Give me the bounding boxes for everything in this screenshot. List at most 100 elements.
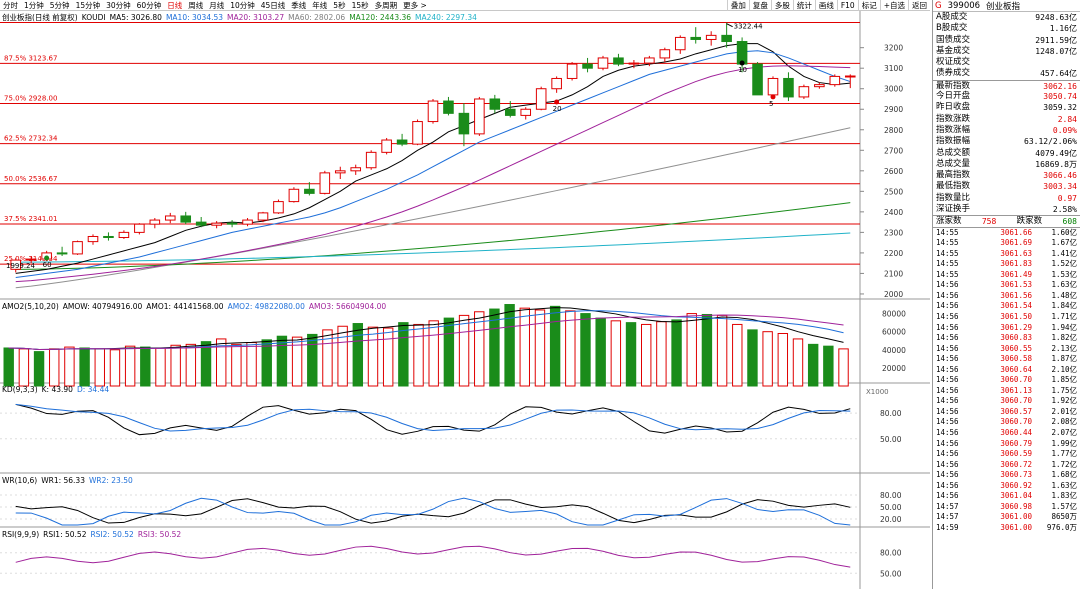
period-tab[interactable]: 60分钟 xyxy=(134,0,165,11)
amo-bar[interactable] xyxy=(291,336,303,387)
candle[interactable] xyxy=(180,211,192,225)
period-tab[interactable]: 多周期 xyxy=(372,0,401,11)
period-tab[interactable]: 月线 xyxy=(206,0,227,11)
amo-bar[interactable] xyxy=(307,333,318,387)
candle[interactable] xyxy=(613,53,624,67)
candle[interactable] xyxy=(118,230,130,239)
candle[interactable] xyxy=(134,223,145,235)
amo-bar[interactable] xyxy=(580,313,591,387)
candle[interactable] xyxy=(396,133,408,147)
toolbar-action-button[interactable]: 标记 xyxy=(857,0,880,11)
amo-bar[interactable] xyxy=(18,348,30,387)
period-tab[interactable]: 10分钟 xyxy=(227,0,258,11)
candle[interactable] xyxy=(443,96,454,116)
candle[interactable] xyxy=(72,240,83,255)
amo-bar[interactable] xyxy=(807,343,819,387)
amo-bar[interactable] xyxy=(261,339,272,387)
period-tab[interactable]: 周线 xyxy=(185,0,206,11)
amo-bar[interactable] xyxy=(33,351,45,387)
amo-bar[interactable] xyxy=(140,346,151,387)
amo-bar[interactable] xyxy=(656,321,667,387)
candle[interactable] xyxy=(551,76,562,93)
amo-bar[interactable] xyxy=(595,317,606,387)
amo-bar[interactable] xyxy=(838,348,849,387)
candle[interactable] xyxy=(705,31,717,46)
amo-bar[interactable] xyxy=(671,319,682,387)
period-tab[interactable]: 年线 xyxy=(309,0,330,11)
candle[interactable] xyxy=(350,164,362,175)
amo-bar[interactable] xyxy=(747,329,758,387)
amo-bar[interactable] xyxy=(504,304,515,387)
candle[interactable] xyxy=(674,35,686,54)
toolbar-action-button[interactable]: +自选 xyxy=(879,0,908,11)
candle[interactable] xyxy=(381,137,392,155)
candle[interactable] xyxy=(844,74,856,89)
candle[interactable] xyxy=(659,47,671,63)
candle[interactable] xyxy=(242,218,253,227)
amo-bar[interactable] xyxy=(398,322,409,387)
amo-bar[interactable] xyxy=(823,345,834,387)
amo-bar[interactable] xyxy=(3,347,14,387)
amo-bar[interactable] xyxy=(549,305,561,387)
candle[interactable] xyxy=(334,166,346,180)
period-tab[interactable]: 15分钟 xyxy=(73,0,104,11)
amo-bar[interactable] xyxy=(716,314,728,387)
amo-bar[interactable] xyxy=(276,335,288,387)
period-tab[interactable]: 更多 > xyxy=(400,0,430,11)
candle[interactable] xyxy=(319,170,331,195)
candle[interactable] xyxy=(783,72,794,102)
period-tab[interactable]: 30分钟 xyxy=(103,0,134,11)
amo-bar[interactable] xyxy=(246,342,257,387)
amo-bar[interactable] xyxy=(352,323,364,387)
amo-bar[interactable] xyxy=(413,323,424,387)
amo-bar[interactable] xyxy=(519,307,530,387)
amo-bar[interactable] xyxy=(185,343,197,387)
period-tab[interactable]: 分时 xyxy=(0,0,21,11)
toolbar-action-button[interactable]: 画线 xyxy=(814,0,837,11)
toolbar-action-button[interactable]: 叠加 xyxy=(726,0,749,11)
candle[interactable] xyxy=(520,107,532,120)
amo-bar[interactable] xyxy=(762,331,773,387)
amo-bar[interactable] xyxy=(610,320,622,387)
amo-bar[interactable] xyxy=(200,341,212,387)
candle[interactable] xyxy=(273,199,284,214)
chart-area[interactable]: 3200 3100 3000 2900 2800 2700 2600 2500 2400 2300… xyxy=(0,11,930,589)
amo-bar[interactable] xyxy=(686,313,697,387)
candle[interactable] xyxy=(829,74,841,87)
candle[interactable] xyxy=(226,220,238,228)
amo-bar[interactable] xyxy=(124,345,136,387)
candle[interactable] xyxy=(489,94,501,114)
candle[interactable] xyxy=(164,212,176,224)
candle[interactable] xyxy=(412,119,423,146)
candle[interactable] xyxy=(103,232,114,241)
amo-bar[interactable] xyxy=(109,349,121,387)
period-tab[interactable]: 季线 xyxy=(288,0,309,11)
candle[interactable] xyxy=(721,22,732,48)
amo-bar[interactable] xyxy=(49,348,60,387)
candle[interactable] xyxy=(427,98,439,124)
candle[interactable] xyxy=(149,218,161,229)
amo-bar[interactable] xyxy=(732,323,743,387)
amo-bar[interactable] xyxy=(777,332,789,387)
amo-bar[interactable] xyxy=(443,317,455,387)
amo-bar[interactable] xyxy=(701,313,713,387)
amo-bar[interactable] xyxy=(367,326,379,387)
toolbar-action-button[interactable]: 返回 xyxy=(908,0,930,11)
candle[interactable] xyxy=(798,84,810,99)
toolbar-action-button[interactable]: F10 xyxy=(836,0,858,11)
amo-bar[interactable] xyxy=(534,309,546,387)
period-tab[interactable]: 15秒 xyxy=(349,0,372,11)
period-tab[interactable]: 日线 xyxy=(164,0,185,11)
amo-bar[interactable] xyxy=(458,314,470,387)
candle[interactable] xyxy=(458,103,470,147)
toolbar-action-button[interactable]: 多股 xyxy=(770,0,793,11)
amo-bar[interactable] xyxy=(155,347,166,387)
toolbar-action-button[interactable]: 复盘 xyxy=(748,0,771,11)
candle[interactable] xyxy=(535,86,547,111)
period-tab[interactable]: 1分钟 xyxy=(21,0,47,11)
candle[interactable] xyxy=(597,55,609,71)
amo-bar[interactable] xyxy=(337,325,348,387)
candle[interactable] xyxy=(288,187,300,203)
amo-bar[interactable] xyxy=(94,348,105,387)
period-tab[interactable]: 5秒 xyxy=(330,0,348,11)
